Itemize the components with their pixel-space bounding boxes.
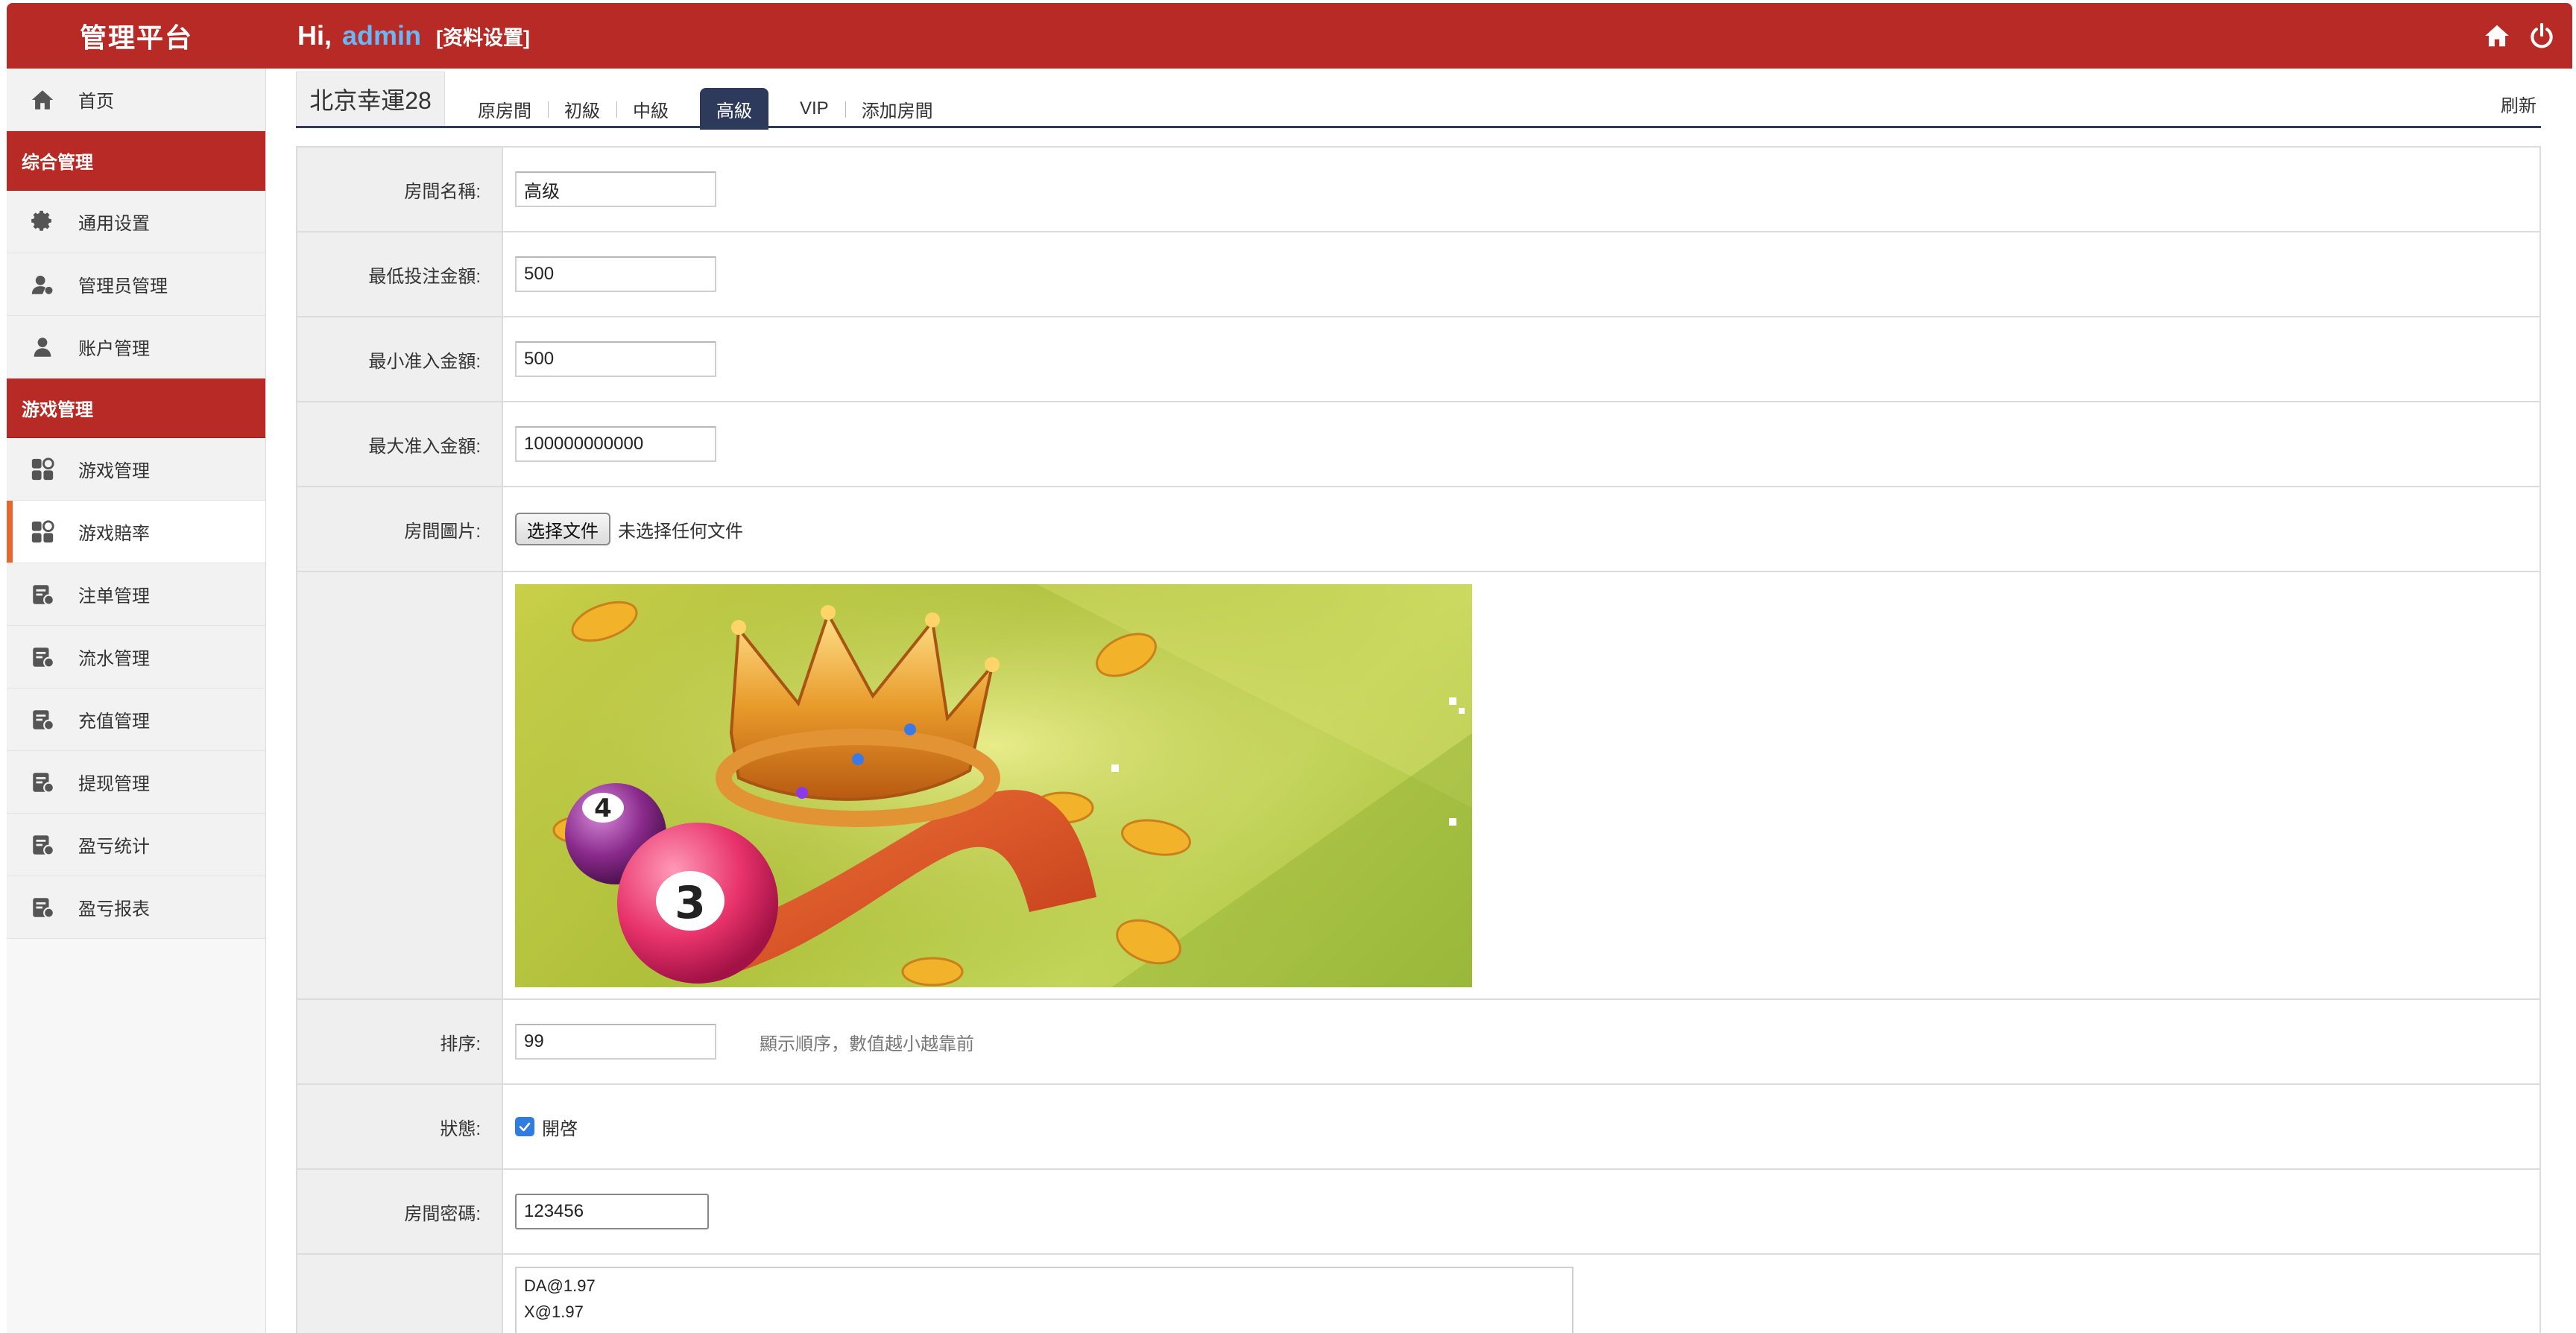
field-label: 房間密碼: [297,1170,503,1253]
sidebar-section-game[interactable]: 游戏管理 [7,379,265,438]
sidebar-item-label: 游戏管理 [78,461,150,481]
field-label: 排序: [297,1000,503,1083]
sort-hint: 顯示順序，數值越小越靠前 [760,1033,974,1054]
page-title: 北京幸運28 [296,72,445,126]
sidebar-item-label: 流水管理 [78,649,150,669]
sidebar-item-game-management[interactable]: 游戏管理 [7,438,265,501]
sidebar-item-label: 提现管理 [78,774,150,794]
sidebar-item-bet-management[interactable]: 注单管理 [7,563,265,626]
form-row-odds: DA@1.97 X@1.97 [297,1255,2539,1333]
min-entry-input[interactable] [515,341,716,377]
status-checkbox[interactable] [515,1117,534,1136]
profile-settings-link[interactable]: [资料设置] [436,22,530,51]
form-row-room-image: 房間圖片: 选择文件 未选择任何文件 [297,487,2539,572]
field-label: 最低投注金額: [297,232,503,316]
user-icon [7,335,78,360]
sidebar-item-label: 盈亏报表 [78,899,150,919]
greeting: Hi, admin [资料设置] [297,3,530,69]
field-label: 最小准入金額: [297,317,503,401]
sidebar-item-label: 管理员管理 [78,276,168,297]
main-content: 北京幸運28 原房間 初級 中級 高級 VIP 添加房間 刷新 房間名稱: 最低… [296,69,2541,1333]
sidebar-item-flow-management[interactable]: 流水管理 [7,626,265,688]
room-tabs: 原房間 初級 中級 高級 VIP 添加房間 [461,88,950,130]
form-row-room-name: 房間名稱: [297,148,2539,232]
ball-number-4: 4 [594,794,612,823]
apps-icon [7,519,78,545]
form-row-min-bet: 最低投注金額: [297,232,2539,317]
sidebar-item-profit-stats[interactable]: 盈亏统计 [7,814,265,876]
ledger-icon [7,832,78,858]
sidebar-section-general[interactable]: 综合管理 [7,131,265,191]
header-actions [2483,3,2556,69]
room-password-input[interactable] [515,1194,709,1229]
min-bet-input[interactable] [515,256,716,292]
app-window: 管理平台 Hi, admin [资料设置] 首页 综合管理 通用设置 管理员管理… [0,0,2576,1333]
greeting-prefix: Hi, [297,20,332,51]
sidebar-item-label: 账户管理 [78,339,150,359]
field-label: 房間名稱: [297,148,503,231]
refresh-link[interactable]: 刷新 [2501,91,2536,117]
ledger-icon [7,645,78,670]
odds-textarea[interactable]: DA@1.97 X@1.97 [515,1267,1573,1333]
home-icon[interactable] [2483,22,2511,50]
tab-intermediate[interactable]: 中級 [616,89,685,128]
sort-order-input[interactable] [515,1024,716,1060]
choose-file-button[interactable]: 选择文件 [515,513,610,545]
ledger-icon [7,770,78,795]
sidebar-item-label: 盈亏统计 [78,837,150,857]
home-icon [7,87,78,113]
sidebar-item-admin-management[interactable]: 管理员管理 [7,253,265,316]
form-row-image-preview: 4 3 [297,572,2539,1000]
field-label: 最大准入金額: [297,402,503,486]
sidebar-item-label: 通用设置 [78,214,150,234]
sidebar-item-label: 注单管理 [78,586,150,607]
brand-title: 管理平台 [79,22,193,53]
sidebar-item-label: 游戏賠率 [78,524,150,544]
form-row-max-entry: 最大准入金額: [297,402,2539,487]
tab-original-room[interactable]: 原房間 [461,89,548,128]
ledger-icon [7,582,78,607]
sidebar-item-general-settings[interactable]: 通用设置 [7,191,265,253]
tab-vip[interactable]: VIP [783,89,845,128]
room-banner-image: 4 3 [515,584,1472,987]
field-label: 狀態: [297,1085,503,1168]
sidebar-item-account-management[interactable]: 账户管理 [7,316,265,379]
status-option-label[interactable]: 開啓 [542,1114,578,1140]
top-header: 管理平台 Hi, admin [资料设置] [7,3,2572,69]
crown-billiard-illustration: 4 3 [515,584,1472,987]
tab-beginner[interactable]: 初級 [548,89,616,128]
odds-line: X@1.97 [524,1302,584,1321]
sidebar-item-profit-report[interactable]: 盈亏报表 [7,876,265,939]
sidebar-item-game-odds[interactable]: 游戏賠率 [7,501,265,563]
odds-line: DA@1.97 [524,1276,596,1295]
sidebar-item-label: 充值管理 [78,712,150,732]
ball-number-3: 3 [675,877,706,929]
sidebar-item-label: 首页 [78,92,114,112]
form-row-status: 狀態: 開啓 [297,1085,2539,1170]
sidebar: 首页 综合管理 通用设置 管理员管理 账户管理 游戏管理 游戏管理 游戏賠率 注… [7,69,266,1333]
tab-bar: 北京幸運28 原房間 初級 中級 高級 VIP 添加房間 刷新 [296,69,2541,130]
form-row-min-entry: 最小准入金額: [297,317,2539,402]
sidebar-item-withdraw-management[interactable]: 提现管理 [7,751,265,814]
apps-icon [7,457,78,482]
admin-users-icon [7,272,78,297]
username[interactable]: admin [342,20,421,51]
room-name-input[interactable] [515,171,716,207]
gear-icon [7,209,78,235]
file-status-text: 未选择任何文件 [618,521,743,542]
sidebar-item-home[interactable]: 首页 [7,69,265,131]
tab-add-room[interactable]: 添加房間 [845,89,950,128]
field-label: 房間圖片: [297,487,503,571]
sidebar-item-recharge-management[interactable]: 充值管理 [7,688,265,751]
ledger-icon [7,707,78,732]
form-row-sort: 排序: 顯示順序，數值越小越靠前 [297,1000,2539,1085]
tab-advanced[interactable]: 高級 [700,88,768,130]
ledger-icon [7,895,78,920]
form-row-password: 房間密碼: [297,1170,2539,1255]
max-entry-input[interactable] [515,426,716,462]
room-settings-form: 房間名稱: 最低投注金額: 最小准入金額: 最大准入金額: 房間圖片: 选择文件… [296,146,2541,1333]
power-icon[interactable] [2528,22,2556,50]
